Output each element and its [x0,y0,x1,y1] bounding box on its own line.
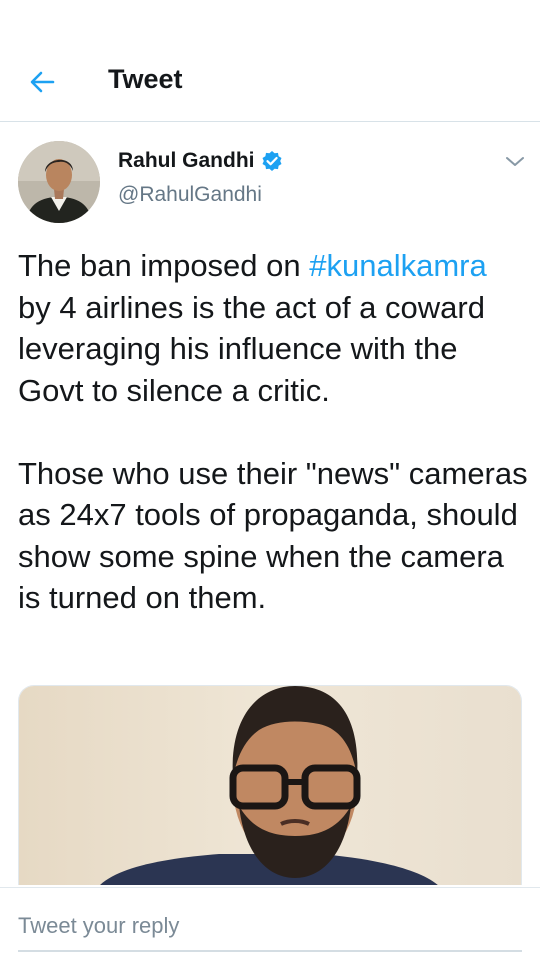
display-name[interactable]: Rahul Gandhi [118,149,255,173]
display-name-row: Rahul Gandhi [118,149,283,173]
tweet-text: The ban imposed on #kunalkamra by 4 airl… [18,245,528,619]
arrow-left-icon [30,71,55,93]
reply-input[interactable] [18,908,522,952]
tweet-paragraph-2: Those who use their "news" cameras as 24… [18,455,528,616]
page-title: Tweet [108,64,183,94]
tweet-text-after-hashtag: by 4 airlines is the act of a coward lev… [18,289,485,408]
app-header: Tweet [0,0,540,122]
reply-bar [0,887,540,960]
tweet-paragraph-1: The ban imposed on #kunalkamra by 4 airl… [18,245,528,411]
verified-badge-icon [262,151,281,171]
tweet-media-photo[interactable] [18,685,522,885]
tweet-options-button[interactable] [502,153,528,171]
user-handle[interactable]: @RahulGandhi [118,183,283,207]
profile-photo [18,141,100,223]
author-block: Rahul Gandhi @RahulGandhi [118,149,283,207]
chevron-down-icon [506,157,524,166]
media-image [19,686,521,885]
hashtag-link[interactable]: #kunalkamra [309,248,486,283]
back-button[interactable] [22,62,62,102]
avatar[interactable] [18,141,100,223]
tweet-text-before-hashtag: The ban imposed on [18,248,310,283]
